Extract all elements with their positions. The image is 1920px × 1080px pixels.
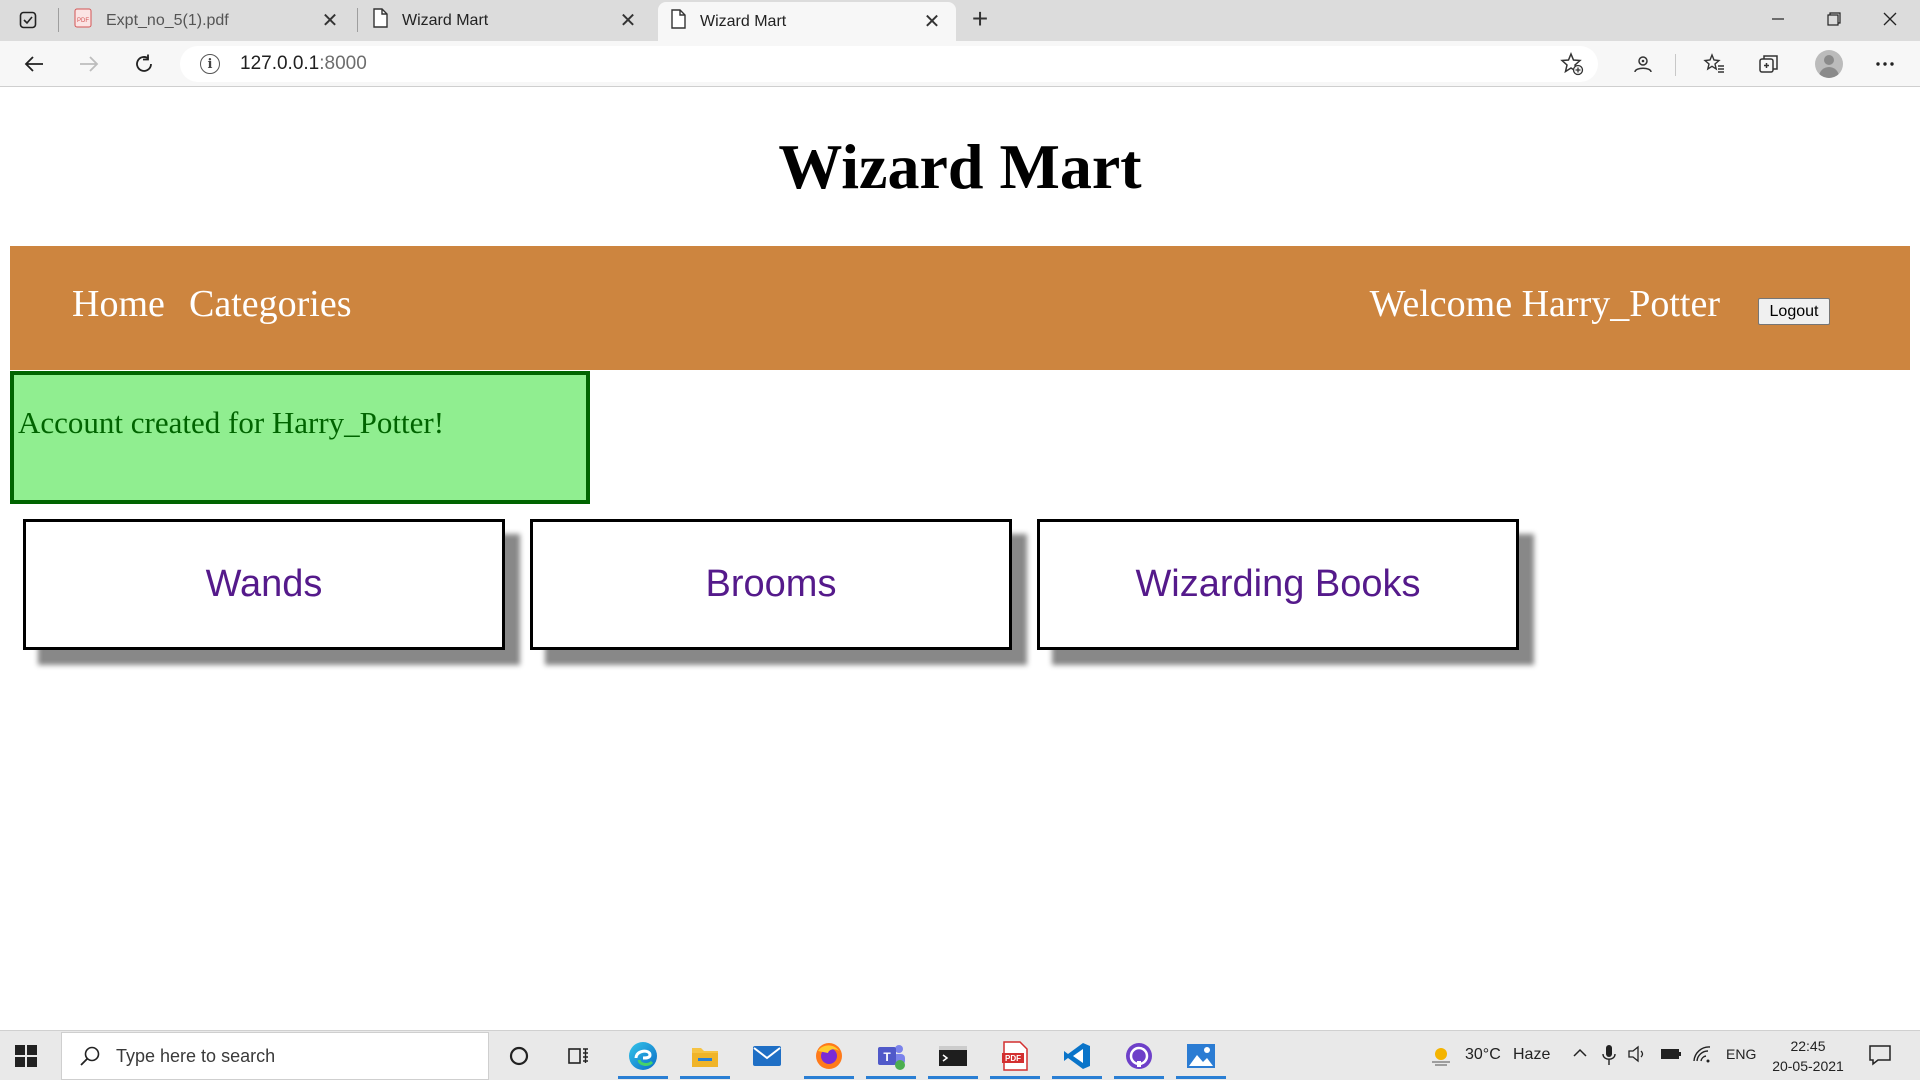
category-label: Wizarding Books xyxy=(1135,563,1421,605)
category-card-brooms[interactable]: Brooms xyxy=(530,519,1012,650)
browser-toolbar: i 127.0.0.1:8000 xyxy=(0,41,1920,87)
refresh-icon[interactable] xyxy=(127,47,161,81)
language-indicator[interactable]: ENG xyxy=(1726,1046,1756,1062)
url-port: :8000 xyxy=(319,53,367,74)
category-label: Wands xyxy=(205,563,323,605)
svg-text:T: T xyxy=(883,1050,891,1064)
tab-pdf[interactable]: PDF Expt_no_5(1).pdf ✕ xyxy=(62,0,354,41)
close-icon[interactable]: ✕ xyxy=(318,8,342,33)
search-icon xyxy=(78,1044,102,1068)
search-placeholder: Type here to search xyxy=(116,1045,276,1066)
mail-app-icon[interactable] xyxy=(738,1032,796,1080)
clock-time: 22:45 xyxy=(1790,1038,1826,1054)
alert-message: Account created for Harry_Potter! xyxy=(18,405,445,440)
address-bar[interactable]: i 127.0.0.1:8000 xyxy=(180,46,1598,82)
tab-wizard-mart-active[interactable]: Wizard Mart ✕ xyxy=(658,2,956,41)
tab-separator xyxy=(58,8,59,32)
add-favorite-icon[interactable] xyxy=(1560,52,1584,76)
battery-icon[interactable] xyxy=(1660,1046,1682,1067)
category-label: Brooms xyxy=(705,563,837,605)
category-card-wizarding-books[interactable]: Wizarding Books xyxy=(1037,519,1519,650)
url-text: 127.0.0.1:8000 xyxy=(240,53,367,75)
profile-avatar[interactable] xyxy=(1815,50,1843,78)
site-info-icon[interactable]: i xyxy=(200,54,220,74)
tab-actions-icon[interactable] xyxy=(14,8,42,32)
navbar: Home Categories Welcome Harry_Potter Log… xyxy=(10,246,1910,370)
tab-title: Wizard Mart xyxy=(700,12,787,30)
svg-text:PDF: PDF xyxy=(77,18,89,24)
taskbar: Type here to search T PDF 30°C Haze ENG … xyxy=(0,1030,1920,1080)
vscode-app-icon[interactable] xyxy=(1048,1032,1106,1080)
firefox-app-icon[interactable] xyxy=(800,1032,858,1080)
windows-start-icon[interactable] xyxy=(14,1044,38,1068)
task-view-icon[interactable] xyxy=(550,1032,608,1080)
url-host: 127.0.0.1 xyxy=(240,53,320,74)
volume-icon[interactable] xyxy=(1627,1045,1647,1068)
cortana-icon[interactable] xyxy=(490,1032,548,1080)
back-icon[interactable] xyxy=(17,47,51,81)
taskbar-clock[interactable]: 22:45 20-05-2021 xyxy=(1758,1036,1858,1076)
tab-separator xyxy=(357,8,358,32)
close-icon[interactable]: ✕ xyxy=(616,8,640,33)
tab-title: Expt_no_5(1).pdf xyxy=(106,11,229,29)
tab-title: Wizard Mart xyxy=(402,11,489,29)
collections-icon[interactable] xyxy=(1752,47,1786,81)
pdf-file-icon: PDF xyxy=(74,8,92,33)
close-window-icon[interactable] xyxy=(1862,0,1918,38)
close-icon[interactable]: ✕ xyxy=(920,9,944,34)
clock-date: 20-05-2021 xyxy=(1772,1058,1844,1074)
nav-home-link[interactable]: Home xyxy=(72,282,165,326)
category-card-wands[interactable]: Wands xyxy=(23,519,505,650)
new-tab-icon[interactable]: + xyxy=(964,4,996,36)
taskbar-search-box[interactable]: Type here to search xyxy=(61,1032,489,1080)
microphone-icon[interactable] xyxy=(1602,1044,1616,1071)
success-alert: Account created for Harry_Potter! xyxy=(10,371,590,504)
photos-app-icon[interactable] xyxy=(1172,1032,1230,1080)
weather-temp[interactable]: 30°C xyxy=(1465,1046,1501,1064)
extensions-icon[interactable] xyxy=(1626,47,1660,81)
page-icon xyxy=(670,9,686,34)
pdf-reader-app-icon[interactable]: PDF xyxy=(986,1032,1044,1080)
edge-app-icon[interactable] xyxy=(614,1032,672,1080)
toolbar-divider xyxy=(1675,54,1676,76)
tab-wizard-mart[interactable]: Wizard Mart ✕ xyxy=(360,0,652,41)
welcome-text: Welcome Harry_Potter xyxy=(1369,283,1720,325)
nav-categories-link[interactable]: Categories xyxy=(189,282,352,326)
page-icon xyxy=(372,8,388,33)
web-page: Wizard Mart Home Categories Welcome Harr… xyxy=(0,88,1920,1030)
minimize-icon[interactable] xyxy=(1750,0,1806,38)
svg-text:PDF: PDF xyxy=(1005,1054,1021,1063)
logout-button[interactable]: Logout xyxy=(1758,298,1830,325)
site-title: Wizard Mart xyxy=(778,131,1142,202)
weather-icon[interactable] xyxy=(1428,1044,1454,1073)
favorites-icon[interactable] xyxy=(1697,47,1731,81)
forward-icon[interactable] xyxy=(72,47,106,81)
more-options-icon[interactable] xyxy=(1868,47,1902,81)
github-desktop-app-icon[interactable] xyxy=(1110,1032,1168,1080)
weather-desc[interactable]: Haze xyxy=(1513,1046,1550,1064)
teams-app-icon[interactable]: T xyxy=(862,1032,920,1080)
wifi-icon[interactable] xyxy=(1692,1045,1712,1068)
terminal-app-icon[interactable] xyxy=(924,1032,982,1080)
file-explorer-icon[interactable] xyxy=(676,1032,734,1080)
notifications-icon[interactable] xyxy=(1868,1044,1892,1071)
restore-icon[interactable] xyxy=(1806,0,1862,38)
chevron-up-icon[interactable] xyxy=(1572,1045,1588,1066)
browser-tab-bar: PDF Expt_no_5(1).pdf ✕ Wizard Mart ✕ Wiz… xyxy=(0,0,1920,41)
